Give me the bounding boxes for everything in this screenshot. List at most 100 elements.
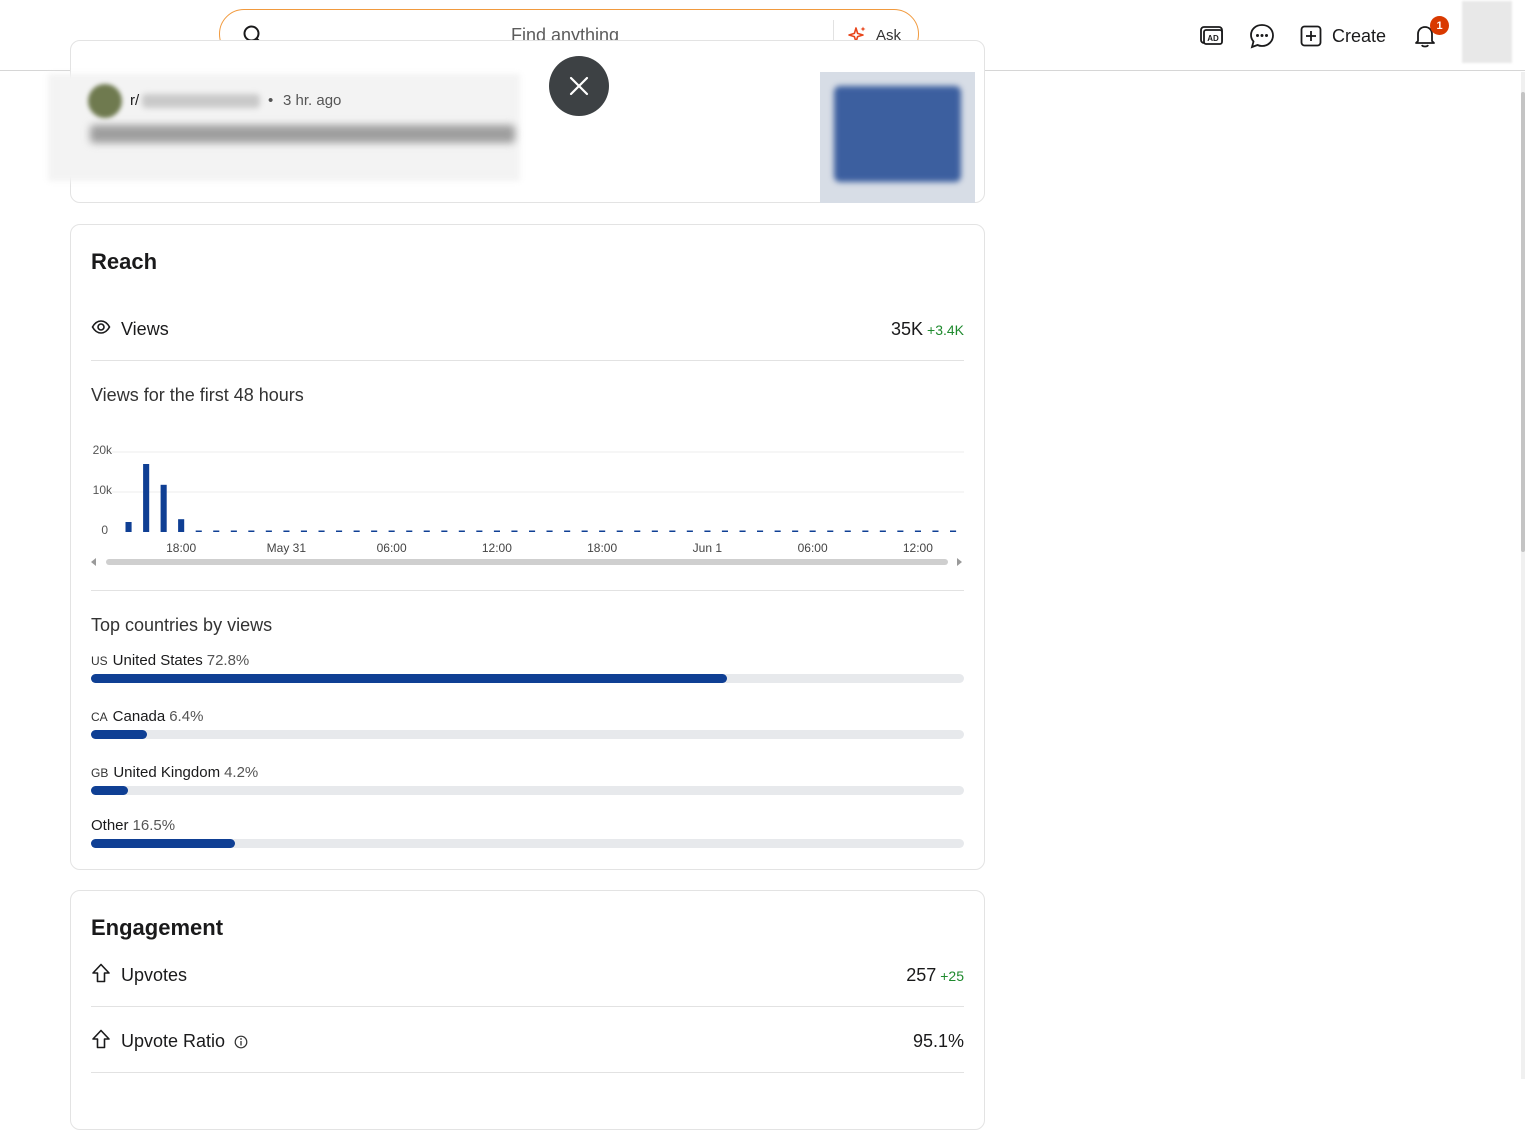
country-row: Other 16.5% — [91, 817, 964, 857]
divider — [91, 1006, 964, 1007]
chart-bar[interactable] — [300, 530, 307, 533]
eye-icon — [91, 320, 111, 334]
chart-bar[interactable] — [950, 530, 957, 533]
page-scrollbar[interactable] — [1521, 72, 1525, 1079]
chart-bar[interactable] — [476, 530, 483, 533]
country-bar-track — [91, 786, 964, 795]
scroll-right-arrow[interactable] — [957, 558, 962, 566]
country-row: GB United Kingdom 4.2% — [91, 764, 964, 804]
ad-icon[interactable]: AD — [1198, 22, 1226, 50]
chart-bar[interactable] — [897, 530, 904, 533]
views-value: 35K — [890, 319, 924, 339]
chart-bar[interactable] — [879, 530, 886, 533]
chart-bar[interactable] — [529, 530, 536, 533]
chart-bar[interactable] — [441, 530, 448, 533]
scroll-left-arrow[interactable] — [91, 558, 96, 566]
chart-bar[interactable] — [265, 530, 272, 533]
chart-bar[interactable] — [371, 530, 378, 533]
chart-scroller[interactable] — [86, 553, 971, 571]
chart-bar[interactable] — [757, 530, 764, 533]
chart-bar[interactable] — [827, 530, 834, 533]
upvotes-row: Upvotes 257 +25 — [91, 955, 964, 995]
post-title-blurred — [90, 125, 515, 143]
divider — [91, 590, 964, 591]
chart-bar[interactable] — [809, 530, 816, 533]
country-bar-track — [91, 839, 964, 848]
subreddit-prefix[interactable]: r/ — [130, 92, 139, 109]
chart-bar[interactable] — [669, 530, 676, 533]
chart-bar[interactable] — [862, 530, 869, 533]
chart-bar[interactable] — [634, 530, 641, 533]
chart-bar[interactable] — [721, 530, 728, 533]
post-time: 3 hr. ago — [283, 92, 342, 109]
upvote-ratio-label-wrap: Upvote Ratio — [121, 1031, 248, 1052]
chart-bar[interactable] — [353, 530, 360, 533]
country-row: US United States 72.8% — [91, 652, 964, 692]
upvote-ratio-row: Upvote Ratio 95.1% — [91, 1021, 964, 1061]
country-bar-fill — [91, 786, 128, 795]
country-bar-track — [91, 730, 964, 739]
chart-bar[interactable] — [774, 530, 781, 533]
chart-bar[interactable] — [160, 484, 167, 532]
subreddit-avatar[interactable] — [88, 84, 122, 118]
chart-bar[interactable] — [125, 522, 132, 532]
chart-bar[interactable] — [546, 530, 553, 533]
upvote-icon — [92, 1029, 110, 1049]
country-code: GB — [91, 766, 109, 780]
chart-bar[interactable] — [914, 530, 921, 533]
chart-bar[interactable] — [651, 530, 658, 533]
chart-bar[interactable] — [599, 530, 606, 533]
country-code: US — [91, 654, 108, 668]
chart-bar[interactable] — [423, 530, 430, 533]
chart-bar[interactable] — [564, 530, 571, 533]
scrollbar-thumb[interactable] — [1521, 92, 1525, 552]
chart-bar[interactable] — [318, 530, 325, 533]
chart-bar[interactable] — [230, 530, 237, 533]
chart-bar[interactable] — [704, 530, 711, 533]
chart-bar[interactable] — [686, 530, 693, 533]
chart-bar[interactable] — [932, 530, 939, 533]
upvote-ratio-value: 95.1% — [912, 1031, 964, 1051]
create-button[interactable]: Create — [1300, 22, 1386, 50]
chart-bar[interactable] — [388, 530, 395, 533]
chart-bar[interactable] — [178, 519, 185, 532]
chart-bar[interactable] — [739, 530, 746, 533]
post-thumbnail[interactable] — [820, 72, 975, 203]
chart-bar[interactable] — [844, 530, 851, 533]
upvotes-label: Upvotes — [121, 965, 188, 985]
views-chart: 20k 10k 0 18:00 May 31 06:00 12:00 18:00 Jun … — [86, 435, 971, 575]
chart-title: Views for the first 48 hours — [91, 385, 304, 405]
chart-bar[interactable] — [283, 530, 290, 533]
chart-bar[interactable] — [493, 530, 500, 533]
chart-bar[interactable] — [195, 530, 202, 533]
country-bar-fill — [91, 674, 727, 683]
country-pct: 72.8% — [206, 652, 250, 669]
country-bar-fill — [91, 730, 147, 739]
chart-bar[interactable] — [143, 464, 150, 532]
country-text: GB United Kingdom 4.2% — [91, 764, 258, 781]
chat-icon[interactable] — [1248, 22, 1276, 50]
engagement-title: Engagement — [91, 915, 224, 940]
engagement-card: Engagement Upvotes 257 +25 Upvote Ratio 9… — [70, 890, 985, 1130]
reach-title: Reach — [91, 249, 158, 274]
views-row: Views 35K +3.4K — [91, 309, 964, 349]
scroll-thumb[interactable] — [106, 559, 948, 565]
chart-bar[interactable] — [336, 530, 343, 533]
chart-bar[interactable] — [581, 530, 588, 533]
country-name: Other — [91, 817, 129, 834]
chart-bar[interactable] — [458, 530, 465, 533]
country-bar-track — [91, 674, 964, 683]
country-text: Other 16.5% — [91, 817, 175, 834]
chart-bar[interactable] — [792, 530, 799, 533]
close-button[interactable] — [549, 56, 609, 116]
chart-bar[interactable] — [406, 530, 413, 533]
views-value-wrap: 35K +3.4K — [891, 319, 964, 340]
chart-bar[interactable] — [616, 530, 623, 533]
chart-bar[interactable] — [213, 530, 220, 533]
info-icon[interactable] — [234, 1035, 248, 1049]
chart-bar[interactable] — [248, 530, 255, 533]
user-avatar[interactable] — [1462, 1, 1512, 63]
country-text: CA Canada 6.4% — [91, 708, 203, 725]
chart-bar[interactable] — [511, 530, 518, 533]
views-label: Views — [121, 319, 169, 339]
